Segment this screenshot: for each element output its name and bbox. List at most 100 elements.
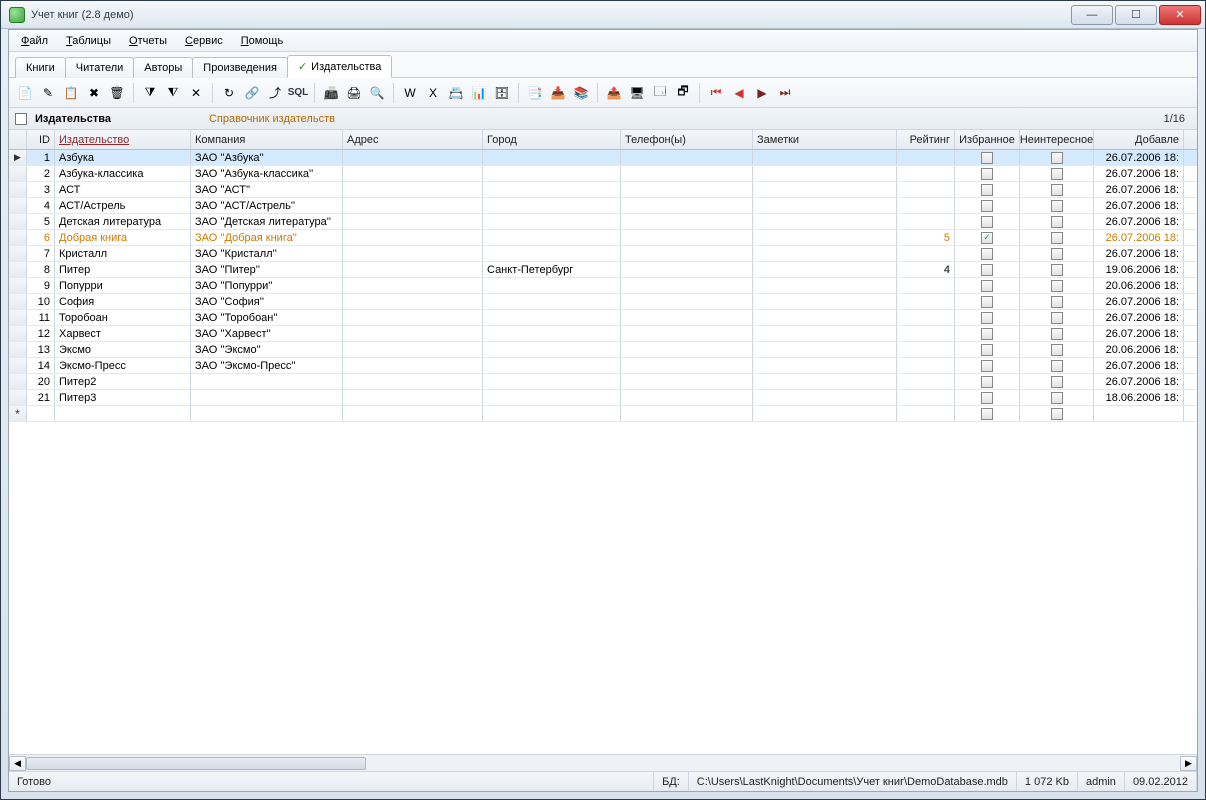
uninteresting-checkbox[interactable] xyxy=(1051,200,1063,212)
column-header-publisher[interactable]: Издательство xyxy=(55,130,191,149)
favorite-checkbox[interactable] xyxy=(981,344,993,356)
uninteresting-checkbox[interactable] xyxy=(1051,248,1063,260)
toolbar-button[interactable]: X xyxy=(423,83,443,103)
tab-книги[interactable]: Книги xyxy=(15,57,66,78)
menu-таблицы[interactable]: Таблицы xyxy=(58,33,119,49)
toolbar-button[interactable]: ✕ xyxy=(186,83,206,103)
grid-body[interactable]: 1АзбукаЗАО ''Азбука''26.07.2006 18:2Азбу… xyxy=(9,150,1197,754)
column-header-phone[interactable]: Телефон(ы) xyxy=(621,130,753,149)
row-handle[interactable] xyxy=(9,198,27,213)
favorite-checkbox[interactable] xyxy=(981,168,993,180)
column-header-address[interactable]: Адрес xyxy=(343,130,483,149)
row-handle[interactable] xyxy=(9,278,27,293)
minimize-button[interactable]: — xyxy=(1071,5,1113,25)
row-handle[interactable] xyxy=(9,262,27,277)
favorite-checkbox[interactable] xyxy=(981,200,993,212)
table-row[interactable]: 4АСТ/АстрельЗАО ''АСТ/Астрель''26.07.200… xyxy=(9,198,1197,214)
toolbar-button[interactable]: ✖ xyxy=(84,83,104,103)
row-handle[interactable] xyxy=(9,390,27,405)
close-button[interactable]: ✕ xyxy=(1159,5,1201,25)
table-row[interactable]: 13ЭксмоЗАО ''Эксмо''20.06.2006 18: xyxy=(9,342,1197,358)
menu-сервис[interactable]: Сервис xyxy=(177,33,231,49)
toolbar-button[interactable]: W xyxy=(400,83,420,103)
row-handle[interactable] xyxy=(9,374,27,389)
column-header-company[interactable]: Компания xyxy=(191,130,343,149)
toolbar-button[interactable]: ▶ xyxy=(752,83,772,103)
column-header-rating[interactable]: Рейтинг xyxy=(897,130,955,149)
uninteresting-checkbox[interactable] xyxy=(1051,376,1063,388)
toolbar-button[interactable]: 🗄 xyxy=(492,83,512,103)
favorite-checkbox[interactable] xyxy=(981,216,993,228)
tab-авторы[interactable]: Авторы xyxy=(133,57,193,78)
toolbar-button[interactable]: ⧨ xyxy=(163,83,183,103)
table-row[interactable]: 1АзбукаЗАО ''Азбука''26.07.2006 18: xyxy=(9,150,1197,166)
tab-произведения[interactable]: Произведения xyxy=(192,57,288,78)
column-header-favorite[interactable]: Избранное xyxy=(955,130,1020,149)
column-header-notes[interactable]: Заметки xyxy=(753,130,897,149)
toolbar-button[interactable]: 📋 xyxy=(61,83,81,103)
favorite-checkbox[interactable] xyxy=(981,248,993,260)
favorite-checkbox[interactable] xyxy=(981,312,993,324)
toolbar-button[interactable]: 📤 xyxy=(604,83,624,103)
toolbar-button[interactable]: ⏭ xyxy=(775,83,795,103)
row-handle[interactable] xyxy=(9,166,27,181)
toolbar-button[interactable]: 📚 xyxy=(571,83,591,103)
scroll-track[interactable] xyxy=(26,756,1180,771)
uninteresting-checkbox[interactable] xyxy=(1051,280,1063,292)
toolbar-button[interactable]: 📥 xyxy=(548,83,568,103)
table-row[interactable]: 9ПопурриЗАО ''Попурри''20.06.2006 18: xyxy=(9,278,1197,294)
favorite-checkbox[interactable] xyxy=(981,264,993,276)
toolbar-button[interactable]: ⤴ xyxy=(265,83,285,103)
row-handle[interactable] xyxy=(9,182,27,197)
toolbar-button[interactable]: 🗗 xyxy=(673,83,693,103)
favorite-checkbox[interactable] xyxy=(981,360,993,372)
row-handle[interactable] xyxy=(9,310,27,325)
uninteresting-checkbox[interactable] xyxy=(1051,168,1063,180)
favorite-checkbox[interactable] xyxy=(981,392,993,404)
toolbar-button[interactable]: ⧩ xyxy=(140,83,160,103)
row-handle-new[interactable] xyxy=(9,406,27,421)
table-row[interactable]: 6Добрая книгаЗАО ''Добрая книга''5✓26.07… xyxy=(9,230,1197,246)
favorite-checkbox[interactable] xyxy=(981,296,993,308)
table-row[interactable]: 5Детская литератураЗАО ''Детская литерат… xyxy=(9,214,1197,230)
toolbar-button[interactable]: 🖥 xyxy=(627,83,647,103)
menu-отчеты[interactable]: Отчеты xyxy=(121,33,175,49)
toolbar-button[interactable]: 🗑 xyxy=(107,83,127,103)
toolbar-button[interactable]: ⏮ xyxy=(706,83,726,103)
uninteresting-checkbox[interactable] xyxy=(1051,408,1063,420)
toolbar-button[interactable]: 📊 xyxy=(469,83,489,103)
toolbar-button[interactable]: SQL xyxy=(288,83,308,103)
toolbar-button[interactable]: 📄 xyxy=(15,83,35,103)
column-header-id[interactable]: ID xyxy=(27,130,55,149)
table-row[interactable]: 7КристаллЗАО ''Кристалл''26.07.2006 18: xyxy=(9,246,1197,262)
favorite-checkbox[interactable] xyxy=(981,376,993,388)
toolbar-button[interactable]: ↻ xyxy=(219,83,239,103)
row-handle[interactable] xyxy=(9,326,27,341)
favorite-checkbox[interactable] xyxy=(981,184,993,196)
new-row[interactable] xyxy=(9,406,1197,422)
table-row[interactable]: 14Эксмо-ПрессЗАО ''Эксмо-Пресс''26.07.20… xyxy=(9,358,1197,374)
toolbar-button[interactable]: 📇 xyxy=(446,83,466,103)
row-handle[interactable] xyxy=(9,230,27,245)
row-handle[interactable] xyxy=(9,358,27,373)
uninteresting-checkbox[interactable] xyxy=(1051,312,1063,324)
table-row[interactable]: 20Питер226.07.2006 18: xyxy=(9,374,1197,390)
toolbar-button[interactable]: ✎ xyxy=(38,83,58,103)
table-row[interactable]: 21Питер318.06.2006 18: xyxy=(9,390,1197,406)
table-row[interactable]: 8ПитерЗАО ''Питер''Санкт-Петербург419.06… xyxy=(9,262,1197,278)
menu-файл[interactable]: Файл xyxy=(13,33,56,49)
scroll-right-button[interactable]: ▶ xyxy=(1180,756,1197,771)
row-handle[interactable] xyxy=(9,342,27,357)
uninteresting-checkbox[interactable] xyxy=(1051,296,1063,308)
toolbar-button[interactable]: 🗔 xyxy=(650,83,670,103)
horizontal-scrollbar[interactable]: ◀ ▶ xyxy=(9,754,1197,771)
uninteresting-checkbox[interactable] xyxy=(1051,264,1063,276)
favorite-checkbox[interactable] xyxy=(981,408,993,420)
table-row[interactable]: 12ХарвестЗАО ''Харвест''26.07.2006 18: xyxy=(9,326,1197,342)
scroll-thumb[interactable] xyxy=(26,757,366,770)
uninteresting-checkbox[interactable] xyxy=(1051,152,1063,164)
row-handle[interactable] xyxy=(9,294,27,309)
favorite-checkbox[interactable]: ✓ xyxy=(981,232,993,244)
favorite-checkbox[interactable] xyxy=(981,280,993,292)
uninteresting-checkbox[interactable] xyxy=(1051,184,1063,196)
